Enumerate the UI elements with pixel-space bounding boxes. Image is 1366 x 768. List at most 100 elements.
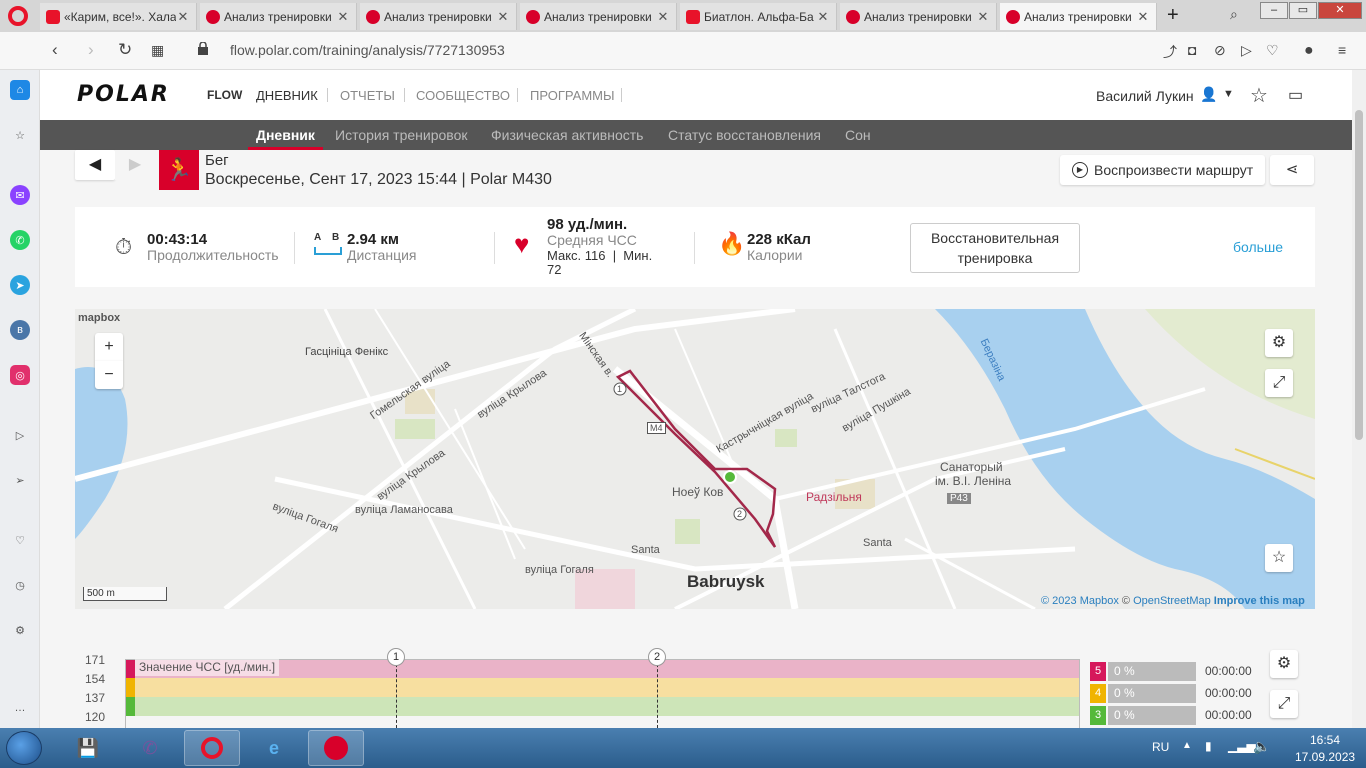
whatsapp-icon[interactable]: ✆ xyxy=(10,230,30,250)
close-icon[interactable]: ✕ xyxy=(816,9,830,25)
subnav-diary[interactable]: Дневник xyxy=(256,127,315,143)
menu-icon[interactable]: ≡ xyxy=(1338,42,1346,58)
close-icon[interactable]: ✕ xyxy=(1136,9,1150,25)
route-map[interactable]: mapbox Гасцініца Фенікс Babruysk Ноеў Ко… xyxy=(75,309,1315,609)
chevron-down-icon[interactable]: ▼ xyxy=(1223,88,1234,100)
send-icon[interactable]: ▷ xyxy=(1241,42,1252,59)
opera-taskbar-icon[interactable] xyxy=(184,730,240,766)
close-icon[interactable]: ✕ xyxy=(176,9,190,25)
map-settings-icon[interactable]: ⚙ xyxy=(1265,329,1293,357)
hr-value: 98 уд./мин. xyxy=(547,216,628,233)
bookmark-icon[interactable]: ☆ xyxy=(10,125,30,145)
forward-icon[interactable]: › xyxy=(88,40,94,60)
user-name[interactable]: Василий Лукин xyxy=(1096,88,1194,104)
floppy-app-icon[interactable]: 💾 xyxy=(60,730,116,766)
tab-active[interactable]: Анализ тренировки ✕ xyxy=(1000,3,1157,30)
map-city-label: Babruysk xyxy=(687,572,765,591)
back-icon[interactable]: ‹ xyxy=(52,40,58,60)
tab[interactable]: Анализ тренировки ✕ xyxy=(520,3,677,30)
tab[interactable]: Анализ тренировки ✕ xyxy=(200,3,357,30)
signal-icon[interactable]: ▁▃▅ xyxy=(1228,739,1256,753)
tab[interactable]: Анализ тренировки ✕ xyxy=(360,3,517,30)
profile-icon[interactable]: ● xyxy=(1304,42,1314,60)
share-button[interactable]: ⋖ xyxy=(1270,155,1314,185)
page-scrollbar[interactable] xyxy=(1352,70,1366,728)
clock-date[interactable]: 17.09.2023 xyxy=(1295,750,1355,764)
chart-expand-icon[interactable]: ⤢ xyxy=(1270,690,1298,718)
telegram-icon[interactable]: ➤ xyxy=(10,275,30,295)
nav-reports[interactable]: ОТЧЕТЫ xyxy=(340,88,395,103)
more-link[interactable]: больше xyxy=(1233,239,1283,255)
scrollbar-thumb[interactable] xyxy=(1355,110,1363,440)
tab[interactable]: Анализ тренировки ✕ xyxy=(840,3,997,30)
next-session-button[interactable]: ▶ xyxy=(115,150,155,180)
lap-marker[interactable]: 1 xyxy=(387,648,405,666)
url-input[interactable]: flow.polar.com/training/analysis/7727130… xyxy=(230,42,505,58)
zoom-in-button[interactable]: + xyxy=(95,333,123,361)
camera-icon[interactable]: ◘ xyxy=(1188,42,1196,58)
reload-icon[interactable]: ↻ xyxy=(118,40,132,60)
previous-session-button[interactable]: ◀ xyxy=(75,150,115,180)
polar-logo[interactable]: POLAR xyxy=(77,82,170,107)
star-icon[interactable]: ☆ xyxy=(1250,83,1268,108)
viber-icon[interactable]: ✆ xyxy=(122,730,178,766)
tab[interactable]: «Карим, все!». Хала ✕ xyxy=(40,3,197,30)
sub-navigation: Дневник История тренировок Физическая ак… xyxy=(40,120,1352,150)
lap-marker[interactable]: 2 xyxy=(648,648,666,666)
fullscreen-icon[interactable]: ⤢ xyxy=(1265,369,1293,397)
hr-zone-chart[interactable]: 171 154 137 120 1 2 Значение ЧСС [уд./ми… xyxy=(75,648,1315,728)
nav-community[interactable]: СООБЩЕСТВО xyxy=(416,88,510,103)
more-icon[interactable]: … xyxy=(10,698,30,718)
battery-icon[interactable]: ▮ xyxy=(1205,739,1212,753)
nav-programs[interactable]: ПРОГРАММЫ xyxy=(530,88,615,103)
new-tab-button[interactable]: + xyxy=(1167,4,1179,27)
adblock-icon[interactable]: ⊘ xyxy=(1214,42,1226,59)
tray-expand-icon[interactable]: ▲ xyxy=(1182,740,1192,751)
player-icon[interactable]: ▷ xyxy=(10,425,30,445)
maximize-button[interactable]: ▭ xyxy=(1289,2,1317,19)
heart-icon[interactable]: ♡ xyxy=(10,530,30,550)
osm-attribution-link[interactable]: OpenStreetMap xyxy=(1133,595,1211,607)
close-icon[interactable]: ✕ xyxy=(496,9,510,25)
subnav-recovery[interactable]: Статус восстановления xyxy=(668,127,821,143)
settings-icon[interactable]: ⚙ xyxy=(10,620,30,640)
replay-route-button[interactable]: ▶ Воспроизвести маршрут xyxy=(1060,155,1265,185)
speed-dial-icon[interactable]: ▦ xyxy=(151,42,164,59)
clock-time[interactable]: 16:54 xyxy=(1295,733,1355,747)
lock-icon xyxy=(198,42,208,55)
subnav-history[interactable]: История тренировок xyxy=(335,127,467,143)
subnav-activity[interactable]: Физическая активность xyxy=(491,127,643,143)
home-icon[interactable]: ⌂ xyxy=(10,80,30,100)
close-icon[interactable]: ✕ xyxy=(976,9,990,25)
instagram-icon[interactable]: ◎ xyxy=(10,365,30,385)
nav-diary[interactable]: ДНЕВНИК xyxy=(256,88,318,103)
polar-taskbar-icon[interactable] xyxy=(308,730,364,766)
minimize-button[interactable]: – xyxy=(1260,2,1288,19)
close-icon[interactable]: ✕ xyxy=(336,9,350,25)
improve-map-link[interactable]: Improve this map xyxy=(1214,595,1305,607)
ie-icon[interactable]: e xyxy=(246,730,302,766)
tab[interactable]: Биатлон. Альфа-Ба ✕ xyxy=(680,3,837,30)
window-close-button[interactable]: ✕ xyxy=(1318,2,1362,19)
subnav-sleep[interactable]: Сон xyxy=(845,127,871,143)
messenger-icon[interactable]: ✉ xyxy=(10,185,30,205)
volume-icon[interactable]: 🔈 xyxy=(1253,738,1270,755)
close-icon[interactable]: ✕ xyxy=(656,9,670,25)
history-icon[interactable]: ◷ xyxy=(10,575,30,595)
zoom-out-button[interactable]: − xyxy=(95,361,123,389)
language-indicator[interactable]: RU xyxy=(1152,740,1169,754)
search-tabs-icon[interactable]: ⌕ xyxy=(1230,6,1238,23)
vk-icon[interactable]: в xyxy=(10,320,30,340)
message-icon[interactable]: ▭ xyxy=(1288,85,1303,105)
chart-settings-icon[interactable]: ⚙ xyxy=(1270,650,1298,678)
snap-icon[interactable]: ⤴ xyxy=(1163,42,1177,62)
opera-menu-icon[interactable] xyxy=(8,6,28,26)
user-icon[interactable]: 👤 xyxy=(1200,86,1217,103)
training-benefit-button[interactable]: Восстановительная тренировка xyxy=(910,223,1080,273)
training-benefit-line1: Восстановительная xyxy=(930,230,1060,246)
mapbox-attribution-link[interactable]: © 2023 Mapbox xyxy=(1041,595,1119,607)
start-button[interactable] xyxy=(6,731,42,765)
send-icon[interactable]: ➢ xyxy=(10,470,30,490)
favorite-route-icon[interactable]: ☆ xyxy=(1265,544,1293,572)
heart-icon[interactable]: ♡ xyxy=(1266,42,1279,59)
